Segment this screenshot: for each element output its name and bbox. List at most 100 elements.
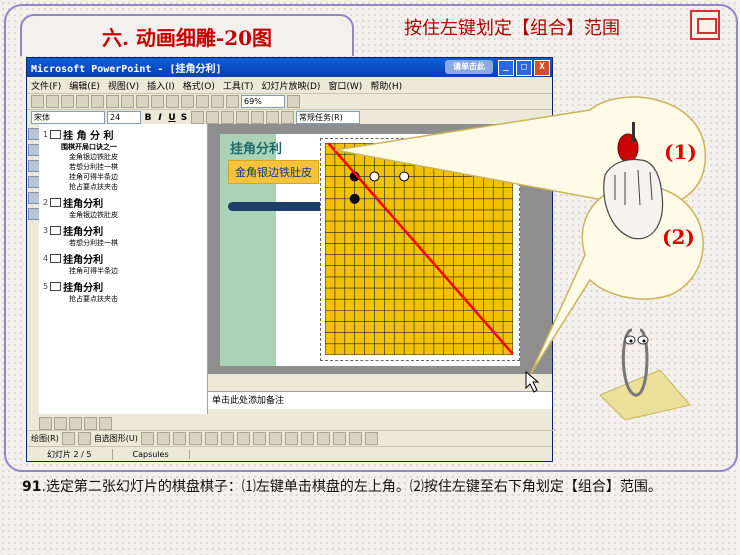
bullets-icon[interactable]	[251, 111, 264, 124]
work-area: 1挂 角 分 利围棋开局口诀之一 金角银边铁肚皮 若想分利挂一棋 挂角可得半条边 抢占要…	[27, 124, 552, 430]
print-icon[interactable]	[91, 95, 104, 108]
spell-icon[interactable]	[106, 95, 119, 108]
slide-heading[interactable]: 挂角分利	[230, 138, 282, 157]
cut-icon[interactable]	[121, 95, 134, 108]
shadow-icon[interactable]	[348, 431, 362, 445]
menu-slideshow[interactable]: 幻灯片放映(D)	[261, 79, 320, 92]
outline-slide-1[interactable]: 1 挂 角 分 利	[39, 127, 207, 142]
outline-bullet[interactable]: 金角银边铁肚皮	[39, 152, 207, 162]
outline-slide-3[interactable]: 3 挂角分利	[39, 223, 207, 238]
outline-slide-title: 挂角分利	[63, 199, 104, 210]
align-left-icon[interactable]	[191, 111, 204, 124]
align-right-icon[interactable]	[221, 111, 234, 124]
outline-bullet[interactable]: 挂角可得半条边	[39, 266, 207, 276]
maximize-button[interactable]: □	[516, 59, 532, 76]
rotate-icon[interactable]	[77, 431, 91, 445]
show-view-icon[interactable]	[99, 417, 112, 430]
font-select[interactable]: 宋体	[31, 111, 105, 124]
line-color-icon[interactable]	[268, 431, 282, 445]
save-icon[interactable]	[61, 95, 74, 108]
menu-window[interactable]: 窗口(W)	[328, 79, 362, 92]
menu-file[interactable]: 文件(F)	[31, 79, 61, 92]
bold-button[interactable]: B	[143, 113, 153, 123]
oval-icon[interactable]	[188, 431, 202, 445]
new-icon[interactable]	[31, 95, 44, 108]
close-button[interactable]: X	[534, 59, 550, 76]
outline-pane[interactable]: 1 挂 角 分 利围棋开局口诀之一 金角银边铁肚皮 若想分利挂一棋 挂角可得半条边 抢占要…	[39, 124, 208, 414]
line-icon[interactable]	[140, 431, 154, 445]
outline-slide-5[interactable]: 5 挂角分利	[39, 279, 207, 294]
minimize-button[interactable]: _	[498, 59, 514, 76]
go-board[interactable]	[320, 138, 520, 361]
redo-icon[interactable]	[181, 95, 194, 108]
slide-thumbnail-icon	[50, 254, 62, 263]
select-arrow-icon[interactable]	[61, 431, 75, 445]
grid-icon[interactable]	[226, 95, 239, 108]
outline-bullet[interactable]: 围棋开局口诀之一	[39, 142, 207, 152]
shadow-button[interactable]: S	[179, 113, 189, 123]
sorter-view-icon[interactable]	[84, 417, 97, 430]
font-grow-icon[interactable]	[266, 111, 279, 124]
outline-bullet[interactable]: 若想分利挂一棋	[39, 162, 207, 172]
align-center-icon[interactable]	[206, 111, 219, 124]
menu-help[interactable]: 帮助(H)	[370, 79, 402, 92]
outline-bullet[interactable]: 金角银边铁肚皮	[39, 210, 207, 220]
font-shrink-icon[interactable]	[281, 111, 294, 124]
table-icon[interactable]	[211, 95, 224, 108]
menu-view[interactable]: 视图(V)	[108, 79, 139, 92]
wordart-icon[interactable]	[220, 431, 234, 445]
slide-thumbnail-icon	[50, 198, 62, 207]
arrow-icon[interactable]	[156, 431, 170, 445]
draw-menu[interactable]: 绘图(R)	[31, 433, 59, 444]
email-icon[interactable]	[76, 95, 89, 108]
italic-button[interactable]: I	[155, 113, 165, 123]
outline-slide-2[interactable]: 2 挂角分利	[39, 195, 207, 210]
outline-bullet[interactable]: 抢占要点扶夹击	[39, 294, 207, 304]
fill-color-icon[interactable]	[252, 431, 266, 445]
outline-bullet[interactable]: 若想分利挂一棋	[39, 238, 207, 248]
underline-button[interactable]: U	[167, 113, 177, 123]
font-color-icon[interactable]	[284, 431, 298, 445]
white-stone[interactable]	[399, 171, 410, 182]
clipart-icon[interactable]	[236, 431, 250, 445]
black-stone[interactable]	[349, 193, 360, 204]
menu-format[interactable]: 格式(O)	[183, 79, 215, 92]
go-board-grid	[325, 143, 513, 355]
slide-decor-bar	[228, 202, 324, 211]
notes-pane[interactable]: 单击此处添加备注	[208, 391, 552, 409]
line-style-icon[interactable]	[300, 431, 314, 445]
rectangle-icon[interactable]	[172, 431, 186, 445]
slide-canvas[interactable]: 挂角分利 金角银边铁肚皮	[220, 134, 520, 366]
open-icon[interactable]	[46, 95, 59, 108]
outline-slide-4[interactable]: 4 挂角分利	[39, 251, 207, 266]
slide-thumbnail-icon	[50, 130, 62, 139]
tasks-button[interactable]: 常规任务(R)	[296, 111, 360, 124]
help-icon[interactable]	[287, 95, 300, 108]
numbering-icon[interactable]	[236, 111, 249, 124]
textbox-icon[interactable]	[204, 431, 218, 445]
white-stone[interactable]	[369, 171, 380, 182]
outline-bullet[interactable]: 挂角可得半条边	[39, 172, 207, 182]
autoshapes-menu[interactable]: 自选图形(U)	[94, 433, 138, 444]
size-select[interactable]: 24	[107, 111, 141, 124]
step-2-label: (2)	[662, 225, 695, 249]
undo-icon[interactable]	[166, 95, 179, 108]
menu-insert[interactable]: 插入(I)	[147, 79, 175, 92]
slide-view-icon[interactable]	[69, 417, 82, 430]
menu-edit[interactable]: 编辑(E)	[69, 79, 100, 92]
copy-icon[interactable]	[136, 95, 149, 108]
chart-icon[interactable]	[196, 95, 209, 108]
presentation-icon[interactable]	[690, 10, 720, 40]
dash-style-icon[interactable]	[316, 431, 330, 445]
window-titlebar: Microsoft PowerPoint - [挂角分利] 请单击此 _ □ X	[27, 58, 552, 77]
paste-icon[interactable]	[151, 95, 164, 108]
outline-bullet[interactable]: 抢占要点扶夹击	[39, 182, 207, 192]
arrow-style-icon[interactable]	[332, 431, 346, 445]
3d-icon[interactable]	[364, 431, 378, 445]
outline-view-icon[interactable]	[54, 417, 67, 430]
menu-tools[interactable]: 工具(T)	[223, 79, 254, 92]
normal-view-icon[interactable]	[39, 417, 52, 430]
slide-tag[interactable]: 金角银边铁肚皮	[228, 160, 319, 184]
zoom-select[interactable]: 69%	[241, 95, 285, 108]
drawing-toolbar: 绘图(R) 自选图形(U)	[27, 430, 556, 445]
